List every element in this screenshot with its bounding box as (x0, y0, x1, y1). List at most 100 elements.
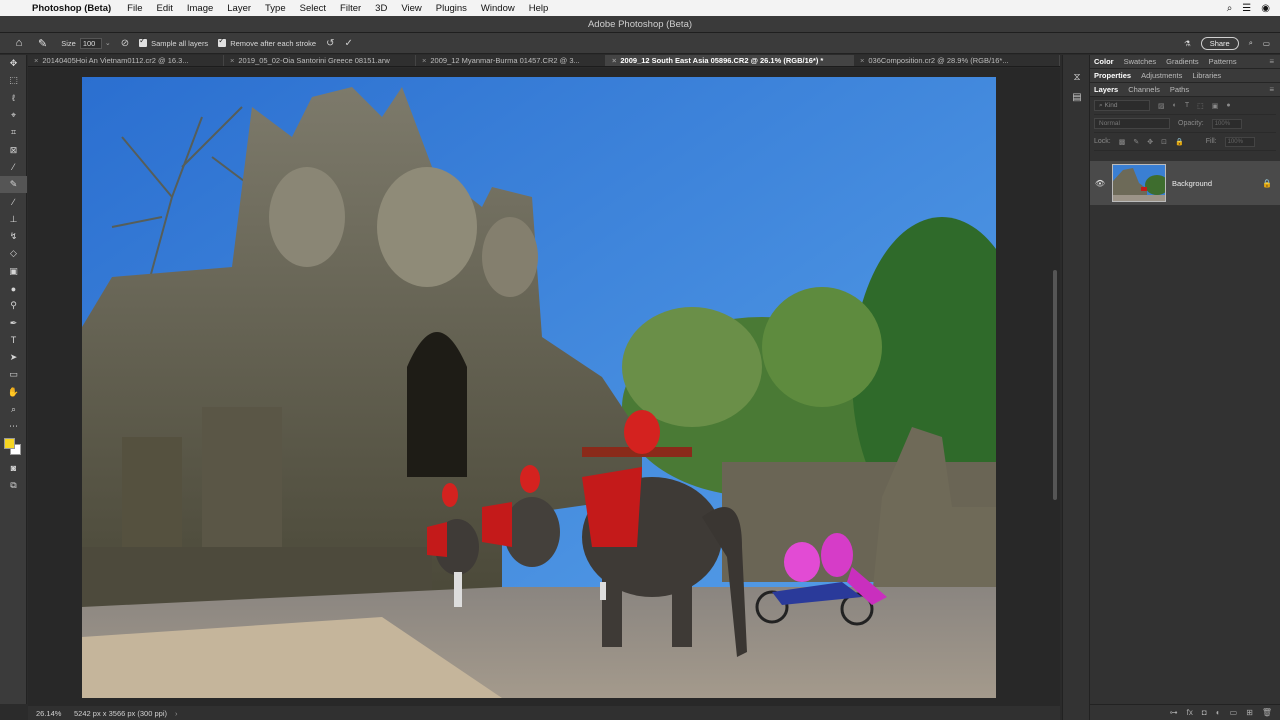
more-tools-icon[interactable]: ⋯ (0, 418, 27, 435)
screen-mode-icon[interactable]: ⧉ (0, 477, 27, 494)
visibility-eye-icon[interactable]: 👁 (1090, 179, 1110, 188)
tab-patterns[interactable]: Patterns (1209, 57, 1237, 66)
delete-layer-icon[interactable]: 🗑 (1262, 708, 1272, 717)
filter-smart-icon[interactable]: ▣ (1212, 102, 1219, 110)
new-group-icon[interactable]: ▭ (1230, 708, 1238, 717)
workspace-icon[interactable]: ▭ (1263, 39, 1270, 48)
vertical-scroll-thumb[interactable] (1053, 270, 1057, 500)
menu-edit[interactable]: Edit (156, 3, 172, 14)
lock-transparent-icon[interactable]: ▩ (1119, 138, 1126, 146)
tab-south-east-asia[interactable]: × 2009_12 South East Asia 05896.CR2 @ 26.… (606, 55, 854, 66)
tab-hoi-an[interactable]: × 20140405Hoi An Vietnam0112.cr2 @ 16.3..… (28, 55, 224, 66)
remove-after-stroke-checkbox[interactable] (218, 36, 227, 47)
eraser-tool-icon[interactable]: ◇ (0, 245, 27, 262)
history-panel-icon[interactable]: ⧖ (1063, 67, 1091, 87)
fill-field[interactable]: 100% (1224, 136, 1255, 147)
tab-properties[interactable]: Properties (1094, 71, 1131, 80)
link-layers-icon[interactable]: ⊶ (1170, 708, 1178, 717)
menu-filter[interactable]: Filter (340, 3, 361, 14)
filter-type-icon[interactable]: T (1185, 102, 1189, 109)
color-swatches[interactable] (0, 436, 26, 460)
reset-icon[interactable]: ↺ (326, 38, 334, 49)
quick-mask-icon[interactable]: ◙ (0, 460, 27, 477)
blend-mode-select[interactable]: Normal (1094, 118, 1170, 129)
remove-tool-icon-active[interactable]: ✎ (0, 176, 27, 194)
menu-layer[interactable]: Layer (227, 3, 251, 14)
hand-tool-icon[interactable]: ✋ (0, 384, 27, 401)
labs-flask-icon[interactable]: ⚗ (1184, 39, 1191, 48)
gradient-tool-icon[interactable]: ▣ (0, 263, 27, 280)
layer-background[interactable]: 👁 Background 🔒 (1090, 161, 1280, 205)
comments-panel-icon[interactable]: ▤ (1063, 87, 1091, 107)
history-brush-tool-icon[interactable]: ↯ (0, 228, 27, 245)
remove-tool-icon[interactable]: ✎ (38, 37, 47, 50)
eyedropper-tool-icon[interactable]: ⁄ (0, 159, 27, 176)
tab-adjustments[interactable]: Adjustments (1141, 71, 1182, 80)
canvas-area[interactable] (28, 68, 1060, 706)
size-dropdown-icon[interactable]: ⌄ (105, 39, 111, 47)
home-icon[interactable]: ⌂ (12, 36, 26, 50)
pen-tool-icon[interactable]: ✒ (0, 314, 27, 331)
menu-select[interactable]: Select (300, 3, 326, 14)
lasso-tool-icon[interactable]: ℓ (0, 90, 27, 107)
tab-gradients[interactable]: Gradients (1166, 57, 1199, 66)
tab-close-icon[interactable]: × (230, 56, 234, 65)
blur-tool-icon[interactable]: ● (0, 280, 27, 297)
layer-style-fx-icon[interactable]: fx (1187, 708, 1193, 717)
move-tool-icon[interactable]: ✥ (0, 55, 27, 72)
search-icon[interactable]: ⌕ (1249, 38, 1253, 48)
lock-artboard-icon[interactable]: ⊡ (1161, 138, 1167, 146)
marquee-tool-icon[interactable]: ⬚ (0, 72, 27, 89)
menu-app-name[interactable]: Photoshop (Beta) (32, 3, 111, 14)
zoom-level[interactable]: 26.14% (36, 709, 70, 718)
lock-all-icon[interactable]: 🔒 (1175, 138, 1184, 146)
menu-help[interactable]: Help (529, 3, 549, 14)
tab-swatches[interactable]: Swatches (1124, 57, 1157, 66)
crop-tool-icon[interactable]: ⌗ (0, 124, 27, 141)
filter-shape-icon[interactable]: ⬚ (1197, 102, 1204, 110)
tab-close-icon[interactable]: × (860, 56, 864, 65)
vertical-scrollbar[interactable] (1052, 70, 1058, 704)
sample-all-layers-checkbox[interactable] (139, 36, 148, 47)
adjustment-layer-icon[interactable]: ◐ (1216, 708, 1221, 717)
menu-type[interactable]: Type (265, 3, 286, 14)
frame-tool-icon[interactable]: ⊠ (0, 141, 27, 158)
status-menu-chevron-icon[interactable]: › (175, 709, 178, 718)
siri-icon[interactable]: ◉ (1261, 3, 1270, 14)
tab-close-icon[interactable]: × (422, 56, 426, 65)
type-tool-icon[interactable]: T (0, 332, 27, 349)
filter-toggle-icon[interactable]: ● (1226, 102, 1230, 109)
tab-close-icon[interactable]: × (612, 56, 616, 65)
pressure-size-icon[interactable]: ⊘ (121, 38, 129, 49)
opacity-field[interactable]: 100% (1211, 118, 1242, 129)
brush-tool-icon[interactable]: ∕ (0, 193, 27, 210)
add-mask-icon[interactable]: ◘ (1202, 708, 1207, 717)
document-canvas[interactable] (82, 77, 996, 698)
layers-menu-icon[interactable]: ≡ (1269, 85, 1274, 94)
object-selection-tool-icon[interactable]: ⌖ (0, 107, 27, 124)
tab-myanmar[interactable]: × 2009_12 Myanmar-Burma 01457.CR2 @ 3... (416, 55, 606, 66)
menu-view[interactable]: View (401, 3, 421, 14)
clone-stamp-tool-icon[interactable]: ⊥ (0, 211, 27, 228)
menu-3d[interactable]: 3D (375, 3, 387, 14)
menu-image[interactable]: Image (187, 3, 213, 14)
foreground-color-swatch[interactable] (4, 437, 15, 449)
tab-santorini[interactable]: × 2019_05_02-Oia Santorini Greece 08151.a… (224, 55, 416, 66)
tab-close-icon[interactable]: × (34, 56, 38, 65)
size-field[interactable]: 100 (79, 37, 102, 49)
tab-channels[interactable]: Channels (1128, 85, 1160, 94)
tab-libraries[interactable]: Libraries (1192, 71, 1221, 80)
tab-composition[interactable]: × 036Composition.cr2 @ 28.9% (RGB/16*... (854, 55, 1060, 66)
layer-lock-icon[interactable]: 🔒 (1262, 179, 1272, 188)
dodge-tool-icon[interactable]: ⚲ (0, 297, 27, 314)
lock-position-icon[interactable]: ✥ (1147, 138, 1153, 146)
rectangle-tool-icon[interactable]: ▭ (0, 366, 27, 383)
panel-menu-icon[interactable]: ≡ (1269, 57, 1274, 66)
apply-check-icon[interactable]: ✓ (344, 38, 352, 49)
menu-plugins[interactable]: Plugins (436, 3, 467, 14)
tab-color[interactable]: Color (1094, 57, 1114, 66)
filter-pixel-icon[interactable]: ▨ (1158, 102, 1165, 110)
spotlight-search-icon[interactable]: ⌕ (1227, 3, 1233, 14)
share-button[interactable]: Share (1200, 36, 1239, 50)
path-selection-tool-icon[interactable]: ➤ (0, 349, 27, 366)
